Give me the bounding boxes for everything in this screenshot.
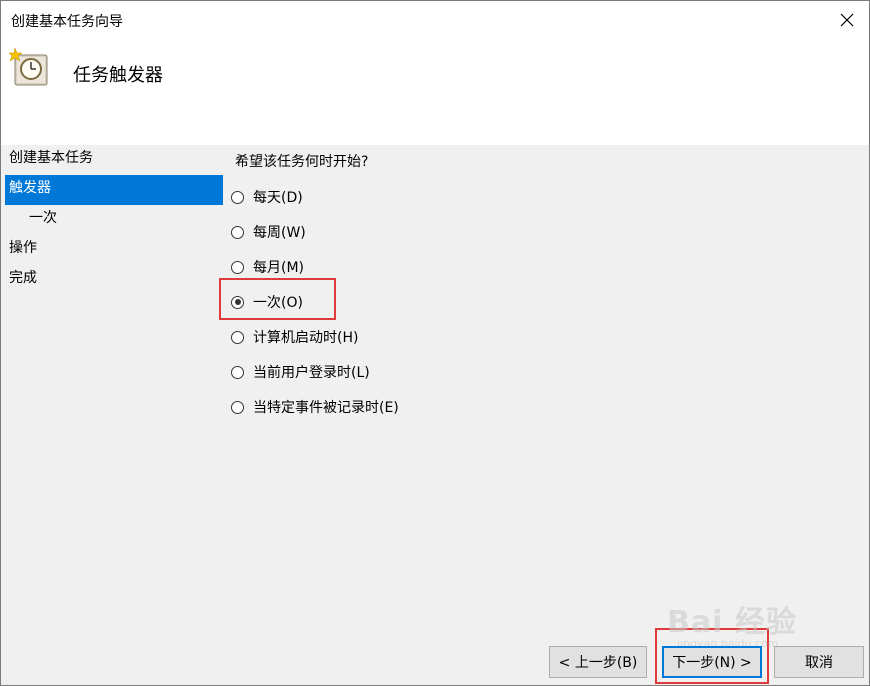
wizard-window: 创建基本任务向导 任务触发器 创建基本任务 触发器 一次 操作 完成 希望该任务… (0, 0, 870, 686)
radio-button[interactable] (231, 260, 244, 274)
scheduled-task-clock-icon (9, 47, 48, 86)
title-bar: 创建基本任务向导 (1, 1, 869, 39)
sidebar-item-finish[interactable]: 完成 (5, 265, 223, 295)
radio-button-checked[interactable] (231, 295, 244, 309)
close-icon (840, 13, 854, 27)
radio-at-logon[interactable]: 当前用户登录时(L) (231, 360, 370, 384)
radio-at-startup[interactable]: 计算机启动时(H) (231, 325, 358, 349)
sidebar-item-once[interactable]: 一次 (5, 205, 223, 235)
radio-label-on-event: 当特定事件被记录时(E) (253, 400, 399, 416)
sidebar-item-action[interactable]: 操作 (5, 235, 223, 265)
wizard-steps-sidebar: 创建基本任务 触发器 一次 操作 完成 (5, 145, 223, 645)
radio-button[interactable] (231, 400, 244, 414)
wizard-header: 任务触发器 (1, 39, 869, 145)
radio-label-daily: 每天(D) (253, 190, 303, 206)
trigger-options-panel: 希望该任务何时开始? 每天(D) 每周(W) 每月(M) 一次(O) 计算机启动… (231, 145, 851, 625)
window-title: 创建基本任务向导 (11, 14, 123, 30)
trigger-question: 希望该任务何时开始? (235, 154, 369, 170)
radio-button[interactable] (231, 330, 244, 344)
page-title: 任务触发器 (73, 65, 163, 86)
sidebar-item-trigger[interactable]: 触发器 (5, 175, 223, 205)
radio-daily[interactable]: 每天(D) (231, 185, 303, 209)
radio-label-at-logon: 当前用户登录时(L) (253, 365, 370, 381)
radio-label-monthly: 每月(M) (253, 260, 305, 276)
radio-label-at-startup: 计算机启动时(H) (253, 330, 359, 346)
radio-button[interactable] (231, 225, 244, 239)
radio-label-weekly: 每周(W) (253, 225, 306, 241)
back-button[interactable]: < 上一步(B) (549, 646, 647, 678)
radio-button[interactable] (231, 365, 244, 379)
radio-label-once: 一次(O) (253, 295, 303, 311)
radio-monthly[interactable]: 每月(M) (231, 255, 304, 279)
radio-on-event[interactable]: 当特定事件被记录时(E) (231, 395, 399, 419)
cancel-button[interactable]: 取消 (774, 646, 864, 678)
radio-button[interactable] (231, 190, 244, 204)
close-button[interactable] (833, 7, 861, 33)
sidebar-item-create-basic-task[interactable]: 创建基本任务 (5, 145, 223, 175)
next-button[interactable]: 下一步(N) > (662, 646, 762, 678)
radio-once[interactable]: 一次(O) (231, 290, 303, 314)
radio-weekly[interactable]: 每周(W) (231, 220, 306, 244)
